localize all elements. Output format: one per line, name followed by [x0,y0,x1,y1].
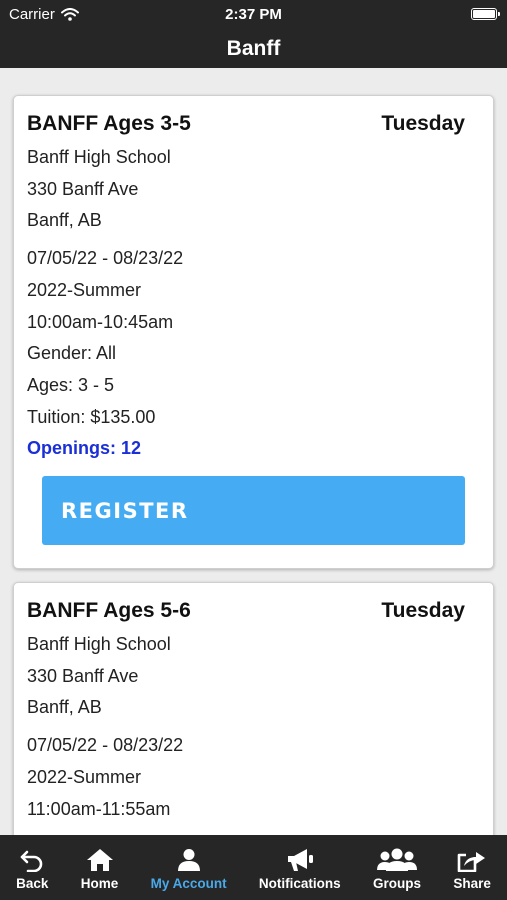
tab-notifications[interactable]: Notifications [243,835,357,900]
street-address: 330 Banff Ave [27,178,139,199]
class-card: BANFF Ages 3-5 Tuesday Banff High School… [13,95,494,569]
class-day: Tuesday [381,112,465,135]
gender: Gender: All [27,343,117,364]
tuition: Tuition: $135.00 [27,406,156,427]
tab-label: Groups [372,876,421,891]
date-range: 07/05/22 - 08/23/22 [27,735,184,756]
register-button[interactable]: REGISTER [42,476,465,546]
class-time: 10:00am-10:45am [27,311,174,332]
group-icon [376,848,417,871]
megaphone-icon [287,849,313,871]
tab-label: Notifications [258,876,341,891]
city: Banff, AB [27,210,102,231]
battery-icon [471,8,500,20]
tab-share[interactable]: Share [437,835,507,900]
date-range: 07/05/22 - 08/23/22 [27,248,184,269]
session: 2022-Summer [27,766,142,787]
back-arrow-icon [20,850,43,872]
openings-count: Openings: 12 [27,438,142,459]
city: Banff, AB [27,697,102,718]
class-time: 11:00am-11:55am [27,798,171,819]
class-list[interactable]: BANFF Ages 3-5 Tuesday Banff High School… [0,68,507,835]
ages: Ages: 3 - 5 [27,374,115,395]
class-name: BANFF Ages 3-5 [27,112,191,135]
tab-home[interactable]: Home [65,835,135,900]
share-icon [457,852,486,872]
user-icon [177,849,200,871]
street-address: 330 Banff Ave [27,665,139,686]
tab-label: Home [80,876,119,891]
tab-bar: Back Home My Account Notifications Group… [0,835,507,900]
status-time: 2:37 PM [225,6,282,23]
tab-back[interactable]: Back [0,835,65,900]
tab-my-account[interactable]: My Account [134,835,242,900]
home-icon [86,849,113,871]
status-bar: Carrier 2:37 PM [0,0,507,28]
top-bar: Carrier 2:37 PM Banff [0,0,507,68]
tab-label: Back [16,876,49,891]
class-day: Tuesday [381,599,465,622]
tab-label: Share [453,876,491,891]
tab-groups[interactable]: Groups [357,835,437,900]
school-name: Banff High School [27,634,171,654]
class-name: BANFF Ages 5-6 [27,599,191,622]
class-card: BANFF Ages 5-6 Tuesday Banff High School… [13,582,494,835]
school-name: Banff High School [27,147,171,167]
session: 2022-Summer [27,279,142,300]
tab-label: My Account [150,876,227,891]
page-title: Banff [226,37,281,60]
